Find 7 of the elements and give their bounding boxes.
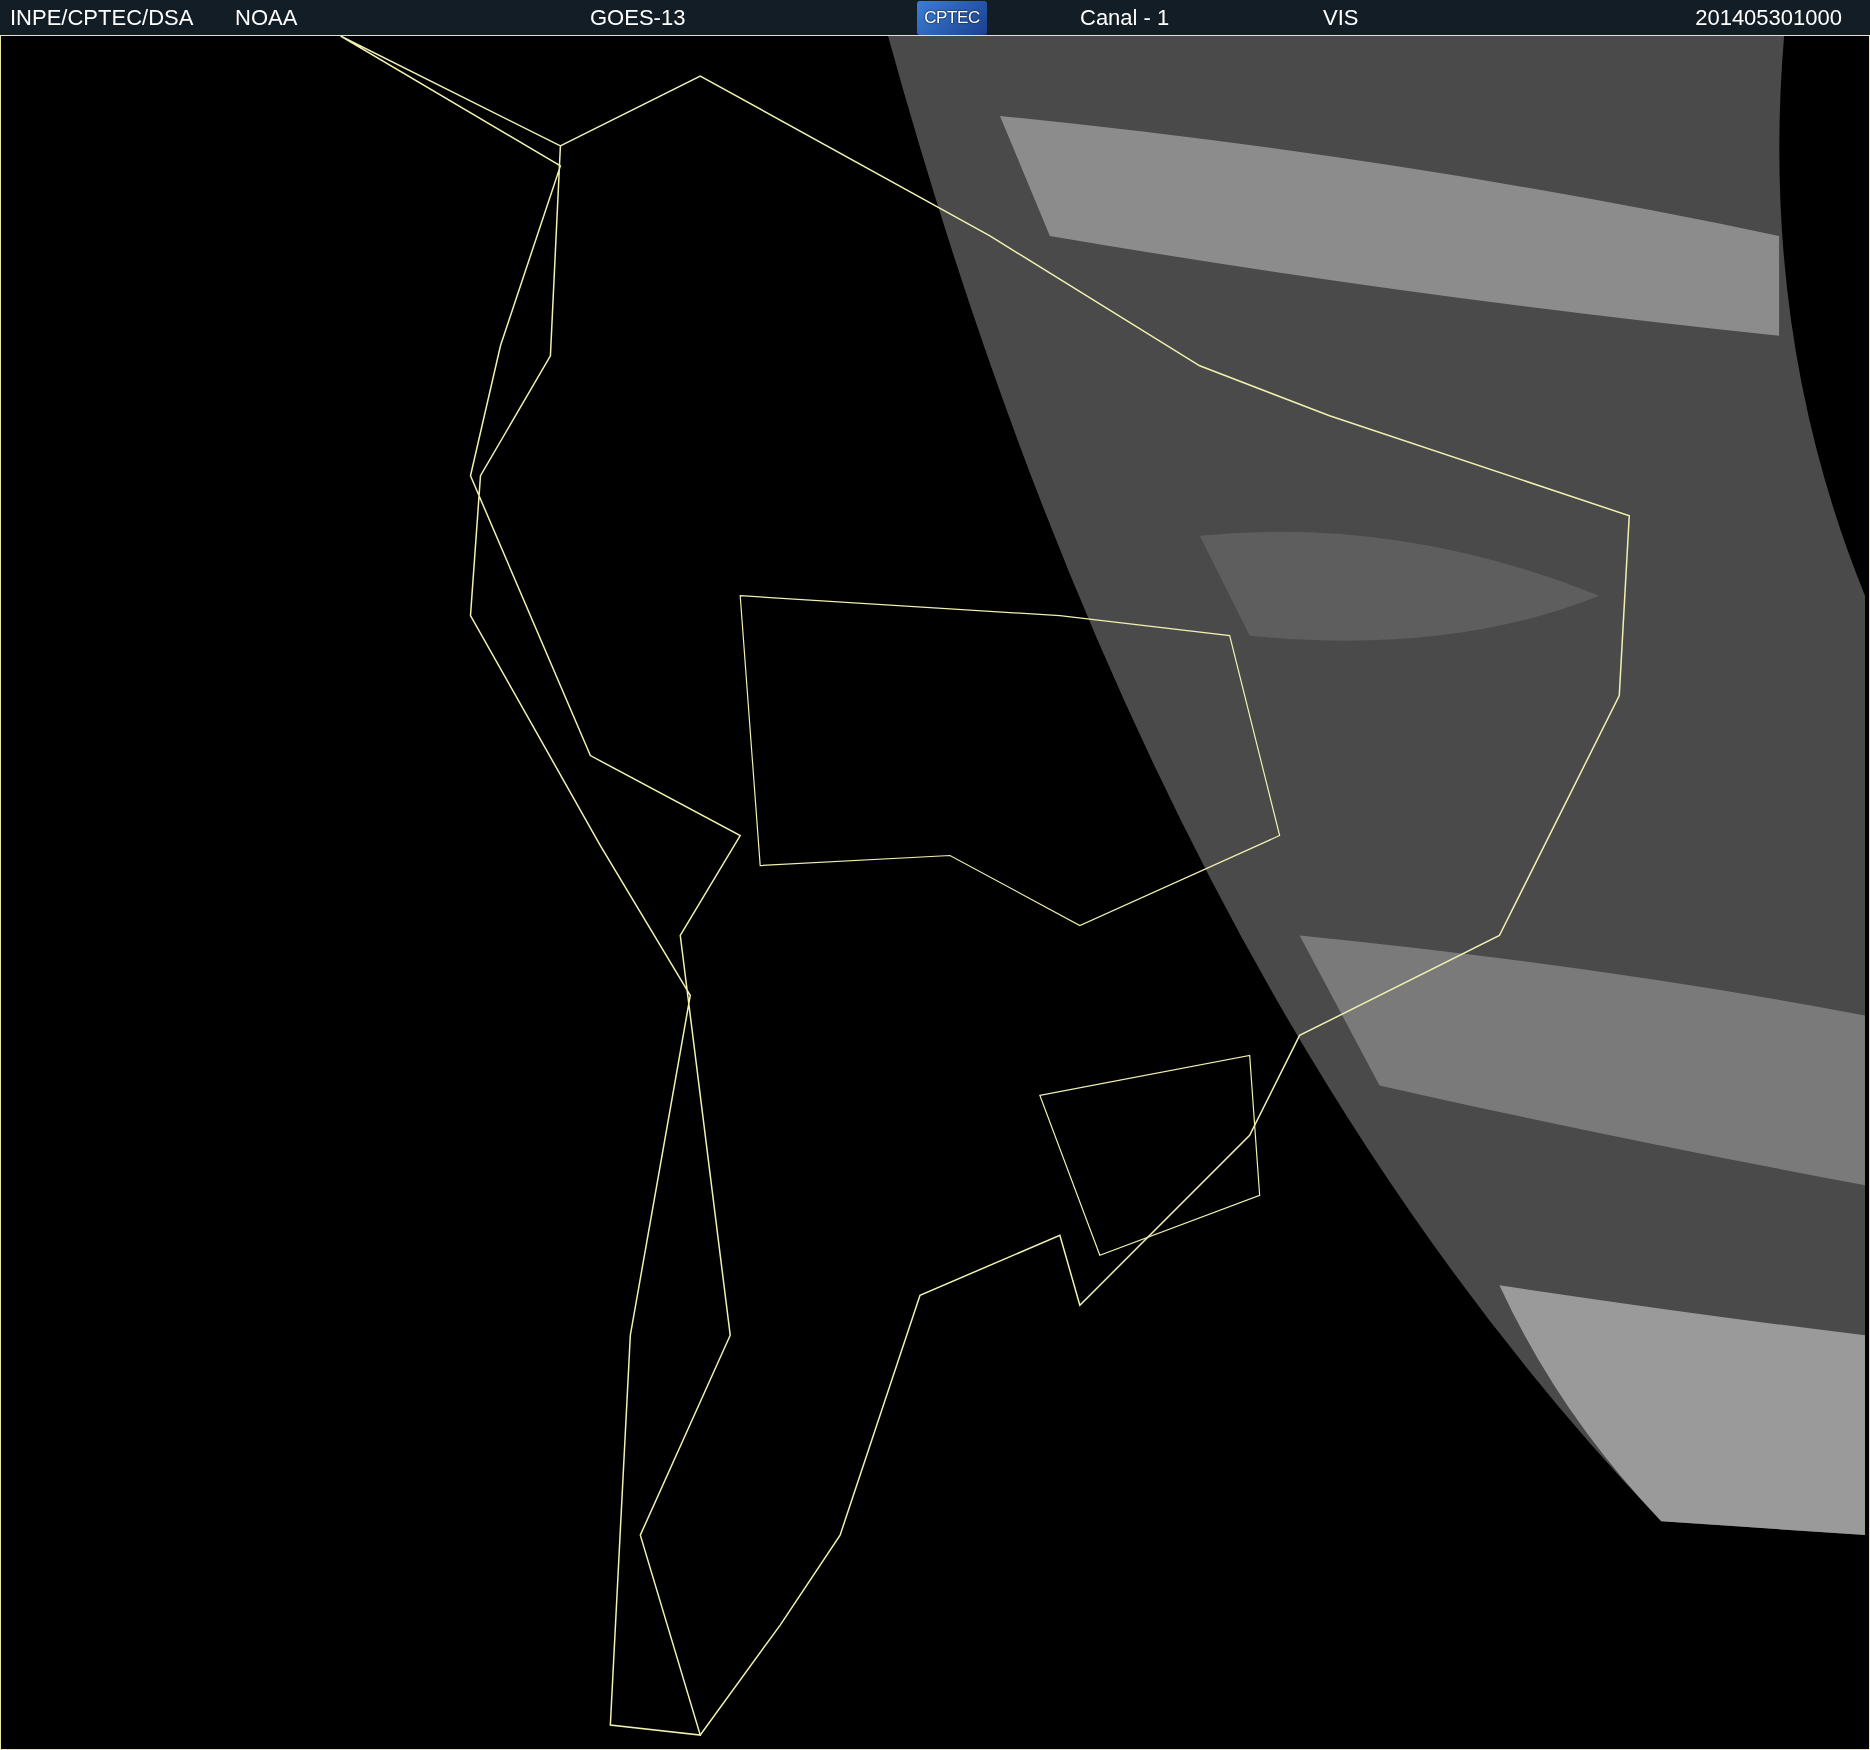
header-label: GOES-13 [590,5,686,30]
header-label: 201405301000 [1695,5,1842,30]
header-label: Canal - 1 [1080,5,1170,30]
header-label: INPE/CPTEC/DSA [10,5,194,30]
header-label: VIS [1323,5,1359,30]
logo: CPTEC [917,0,987,35]
header-label: NOAA [235,5,298,30]
